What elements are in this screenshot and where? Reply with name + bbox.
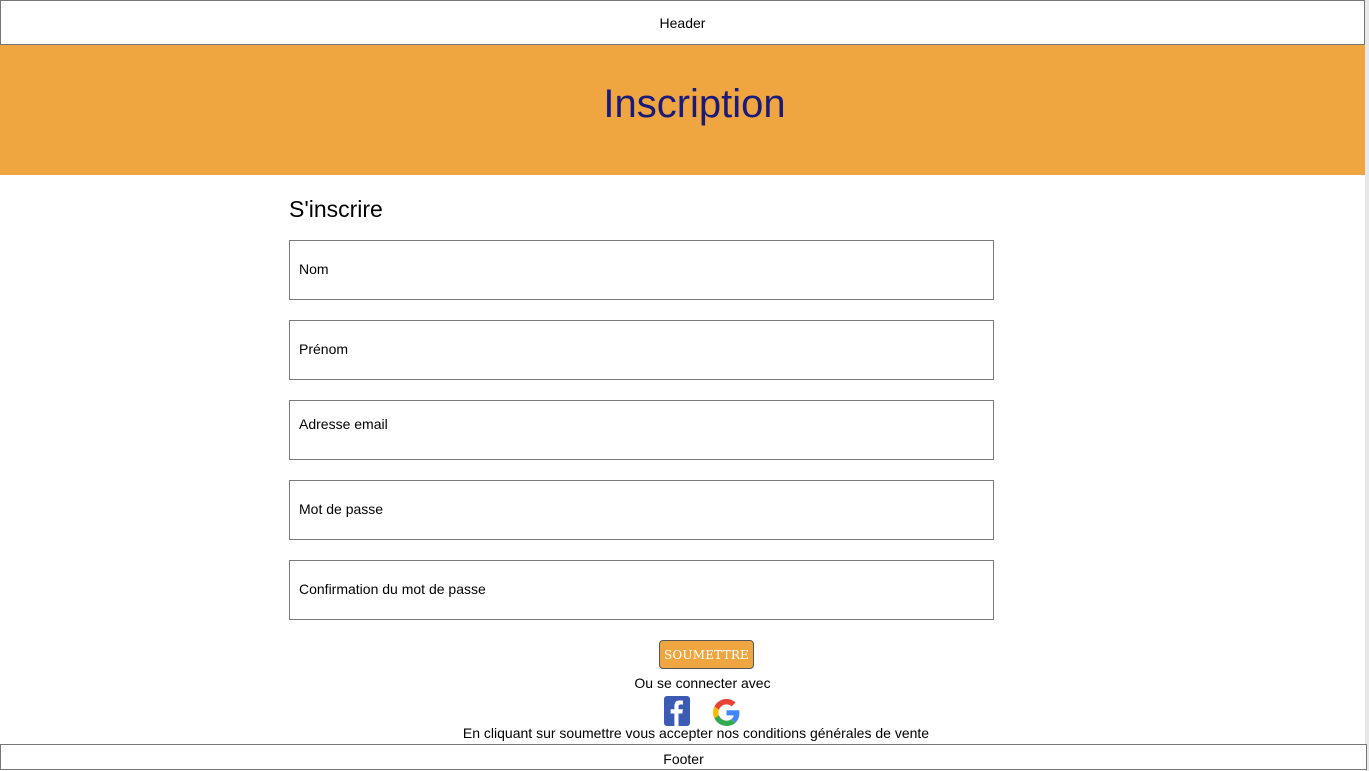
page-header: Header	[0, 0, 1365, 45]
page: Header Inscription S'inscrire Nom Prénom…	[0, 0, 1369, 771]
footer-label: Footer	[663, 750, 704, 767]
facebook-icon[interactable]	[664, 696, 690, 726]
signup-form: S'inscrire	[289, 175, 994, 223]
header-label: Header	[659, 14, 706, 31]
password-confirm-label: Confirmation du mot de passe	[299, 581, 486, 597]
page-footer: Footer	[0, 744, 1367, 770]
last-name-field[interactable]: Nom	[289, 240, 994, 300]
email-field[interactable]: Adresse email	[289, 400, 994, 460]
password-field[interactable]: Mot de passe	[289, 480, 994, 540]
submit-button[interactable]: SOUMETTRE	[659, 640, 754, 669]
form-title: S'inscrire	[289, 196, 383, 222]
page-title: Inscription	[603, 82, 786, 126]
email-label: Adresse email	[299, 416, 388, 432]
password-label: Mot de passe	[299, 501, 384, 517]
google-icon[interactable]	[713, 699, 740, 726]
last-name-label: Nom	[299, 261, 329, 277]
terms-text: En cliquant sur soumettre vous accepter …	[462, 725, 930, 741]
password-confirm-field[interactable]: Confirmation du mot de passe	[289, 560, 994, 620]
banner: Inscription	[0, 45, 1365, 175]
scrollbar-track[interactable]	[1365, 0, 1369, 771]
first-name-label: Prénom	[299, 341, 349, 357]
alt-login-text: Ou se connecter avec	[634, 675, 771, 691]
first-name-field[interactable]: Prénom	[289, 320, 994, 380]
